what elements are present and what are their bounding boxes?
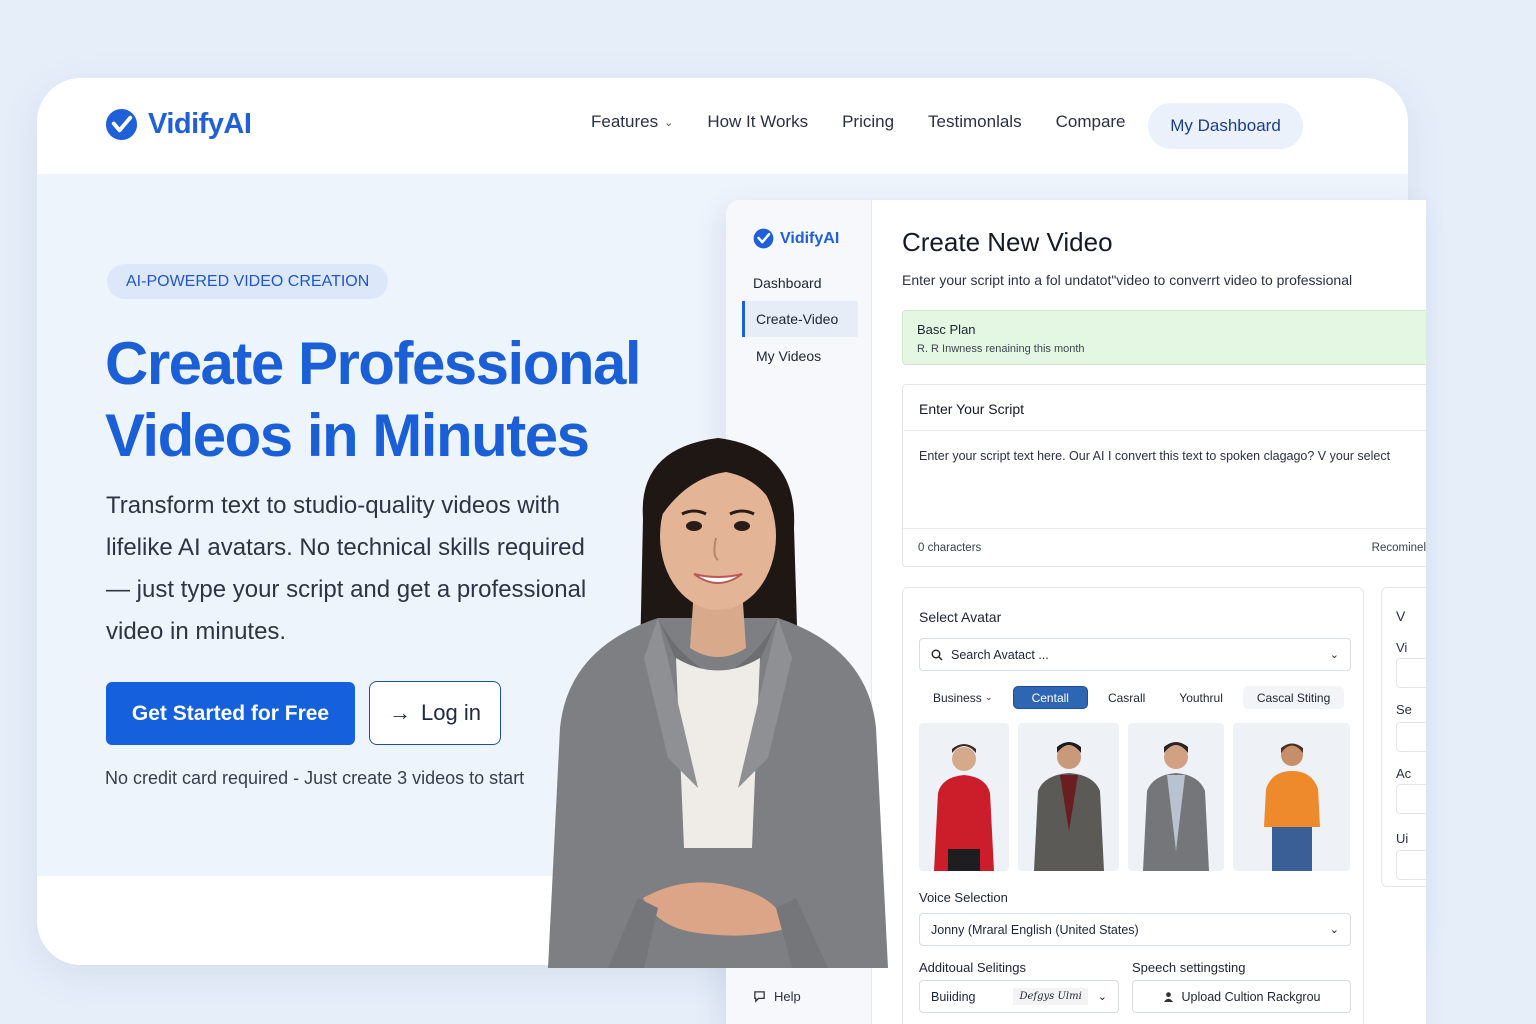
nav-pricing[interactable]: Pricing bbox=[842, 112, 894, 132]
video-settings-field[interactable] bbox=[1396, 784, 1426, 814]
upload-background-button[interactable]: Upload Cultion Rackgrou bbox=[1132, 980, 1351, 1013]
video-settings-label: Se bbox=[1396, 702, 1412, 717]
script-footer: 0 characters Recominel bbox=[903, 528, 1426, 568]
app-logo-text: VidifyAI bbox=[780, 229, 840, 247]
video-settings-field[interactable] bbox=[1396, 722, 1426, 752]
chip-casrall[interactable]: Casrall bbox=[1094, 686, 1159, 709]
top-nav: VidifyAI Features ⌄ How It Works Pricing … bbox=[37, 78, 1408, 174]
upload-background-label: Upload Cultion Rackgrou bbox=[1181, 989, 1321, 1004]
avatar-suit-icon bbox=[1033, 742, 1104, 871]
brand-logo[interactable]: VidifyAI bbox=[105, 108, 252, 141]
brand-name: VidifyAI bbox=[148, 108, 252, 140]
plan-banner: Basc Plan R. R Inwness renaining this mo… bbox=[902, 310, 1426, 365]
user-icon bbox=[1163, 992, 1173, 1002]
character-count: 0 characters bbox=[918, 542, 982, 554]
avatar-option-orange-tee[interactable] bbox=[1233, 723, 1350, 871]
chip-cascal-stiting[interactable]: Cascal Stiting bbox=[1242, 686, 1345, 709]
app-logo[interactable]: VidifyAI bbox=[753, 228, 839, 249]
additional-settings-value: Buiiding bbox=[931, 989, 976, 1004]
avatar-card: Select Avatar Search Avatact ... ⌄ Busin… bbox=[902, 587, 1364, 1024]
chip-youthrul[interactable]: Youthrul bbox=[1165, 686, 1237, 709]
avatar-search-text: Search Avatact ... bbox=[951, 647, 1049, 662]
chip-centall[interactable]: Centall bbox=[1012, 686, 1088, 709]
nav-features[interactable]: Features ⌄ bbox=[591, 112, 673, 132]
avatar-orange-icon bbox=[1263, 743, 1320, 871]
page-title: Create New Video bbox=[902, 227, 1113, 257]
chip-business[interactable]: Business ⌄ bbox=[919, 686, 1007, 709]
avatar-filter-chips: Business ⌄ Centall Casrall Youthrul Casc… bbox=[919, 686, 1345, 709]
help-link[interactable]: Help bbox=[753, 989, 801, 1004]
avatar-header: Select Avatar bbox=[919, 609, 1002, 625]
plan-name: Basc Plan bbox=[917, 322, 976, 337]
nav-compare[interactable]: Compare bbox=[1056, 112, 1126, 132]
hero-note: No credit card required - Just create 3 … bbox=[105, 768, 525, 788]
avatar-red-icon bbox=[934, 744, 994, 871]
hero-badge: AI-POWERED VIDEO CREATION bbox=[107, 264, 389, 299]
get-started-button[interactable]: Get Started for Free bbox=[106, 682, 355, 745]
nav-menu: Features ⌄ How It Works Pricing Testimonl… bbox=[591, 112, 1160, 132]
plan-detail: R. R Inwness renaining this month bbox=[917, 343, 1085, 355]
check-badge-icon bbox=[753, 228, 774, 249]
avatar-grid bbox=[919, 723, 1350, 871]
chevron-down-icon: ⌄ bbox=[985, 692, 993, 702]
script-textarea[interactable]: Enter your script text here. Our AI I co… bbox=[903, 431, 1426, 481]
avatar-option-red-sweater[interactable] bbox=[919, 723, 1009, 871]
login-button[interactable]: → Log in bbox=[369, 681, 501, 745]
video-settings-card: V Vi Se Ac Ui bbox=[1381, 587, 1426, 887]
voice-value: Jonny (Mraral English (United States) bbox=[931, 922, 1139, 937]
script-recommend: Recominel bbox=[1371, 542, 1426, 554]
sidebar-item-my-videos[interactable]: My Videos bbox=[756, 348, 821, 364]
login-label: Log in bbox=[421, 700, 481, 725]
chevron-down-icon: ⌄ bbox=[1097, 991, 1107, 1003]
nav-how-it-works[interactable]: How It Works bbox=[707, 112, 808, 132]
sidebar-item-create-video[interactable]: Create-Video bbox=[742, 301, 858, 337]
page-subtitle: Enter your script into a fol undatot"vid… bbox=[902, 272, 1353, 288]
video-settings-heading: V bbox=[1396, 608, 1406, 624]
avatar-option-casual-blazer[interactable] bbox=[1128, 723, 1224, 871]
help-label: Help bbox=[774, 989, 801, 1004]
sidebar-item-dashboard[interactable]: Dashboard bbox=[753, 275, 822, 291]
voice-select[interactable]: Jonny (Mraral English (United States) ⌄ bbox=[919, 913, 1351, 946]
hero-title-line: Create Professional bbox=[105, 330, 642, 397]
additional-settings-select[interactable]: Buiiding Defgys Ulmi ⌄ bbox=[919, 980, 1119, 1013]
avatar-option-grey-blazer[interactable] bbox=[1018, 723, 1119, 871]
avatar-casual-icon bbox=[1143, 742, 1209, 871]
chevron-down-icon: ⌄ bbox=[664, 116, 674, 129]
script-header: Enter Your Script bbox=[903, 385, 1426, 431]
script-card: Enter Your Script Enter your script text… bbox=[902, 384, 1426, 567]
handwritten-sample: Defgys Ulmi bbox=[1013, 988, 1088, 1005]
chevron-down-icon: ⌄ bbox=[1329, 649, 1339, 661]
video-settings-field[interactable] bbox=[1396, 658, 1426, 688]
avatar-search-input[interactable]: Search Avatact ... ⌄ bbox=[919, 638, 1351, 671]
chat-bubble-icon bbox=[754, 991, 765, 1003]
arrow-right-icon: → bbox=[389, 700, 412, 725]
nav-testimonials[interactable]: Testimonlals bbox=[928, 112, 1022, 132]
check-badge-icon bbox=[105, 108, 138, 141]
search-icon bbox=[931, 649, 943, 660]
additional-settings-label: Additoual Selitings bbox=[919, 960, 1026, 975]
presenter-avatar-image bbox=[548, 438, 888, 968]
video-settings-label: Ui bbox=[1396, 831, 1409, 846]
speech-settings-label: Speech settingsting bbox=[1132, 960, 1246, 975]
video-settings-field[interactable] bbox=[1396, 850, 1426, 880]
video-settings-label: Ac bbox=[1396, 766, 1412, 781]
my-dashboard-button[interactable]: My Dashboard bbox=[1148, 103, 1303, 149]
voice-label: Voice Selection bbox=[919, 890, 1008, 905]
video-settings-label: Vi bbox=[1396, 640, 1408, 655]
chevron-down-icon: ⌄ bbox=[1329, 924, 1339, 936]
